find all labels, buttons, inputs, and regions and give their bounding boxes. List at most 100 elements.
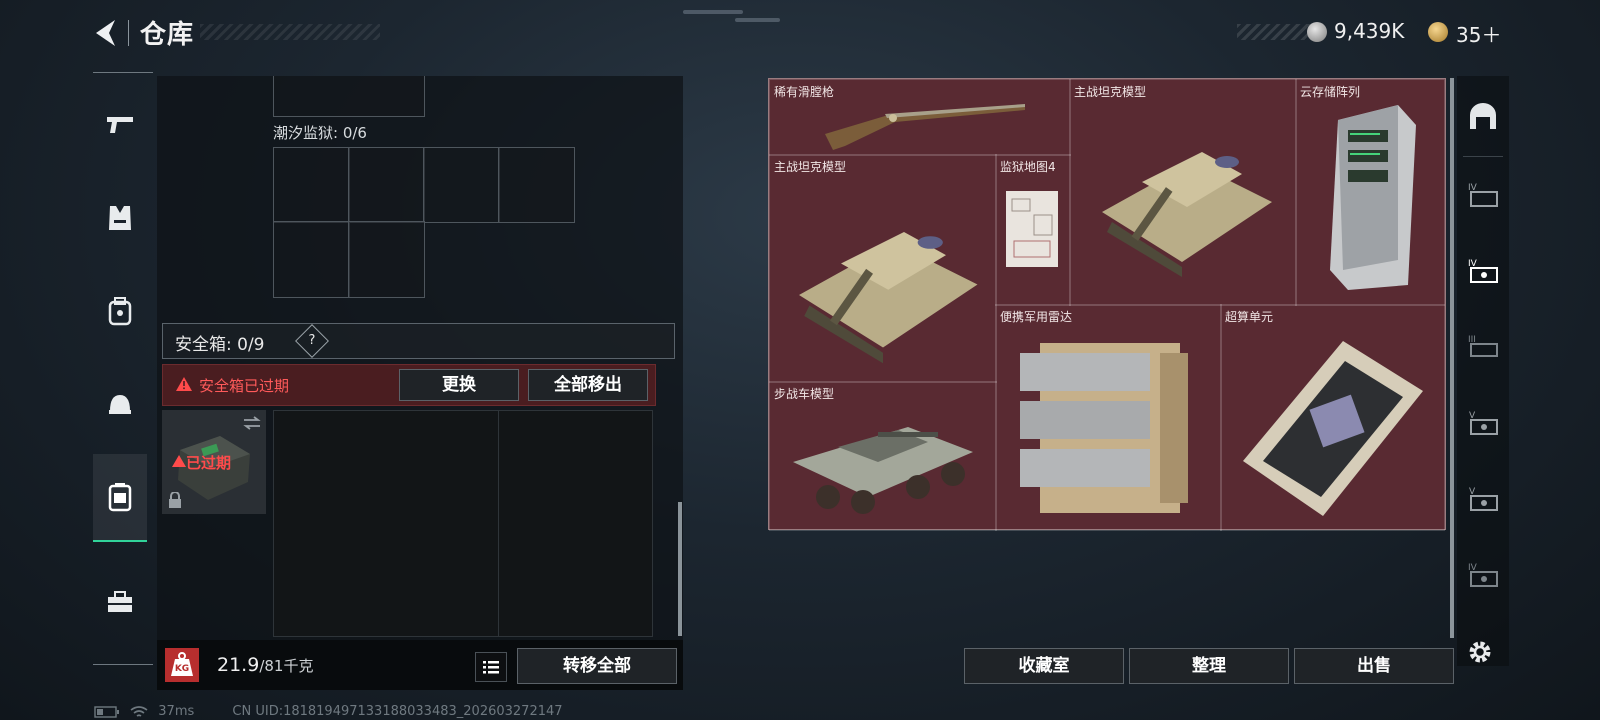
replace-button[interactable]: 更换 (399, 369, 519, 401)
item-label: 云存储阵列 (1300, 85, 1361, 99)
safebox-grid[interactable] (273, 410, 653, 637)
tier-4-icon: IV (1468, 259, 1498, 283)
title-hatch (200, 24, 380, 40)
ping-readout: 37ms (158, 704, 195, 719)
map-document-image (1006, 191, 1058, 267)
tab-divider (1463, 156, 1503, 157)
prison-storage-label: 潮汐监狱: 0/6 (273, 124, 367, 142)
nav-divider (93, 72, 153, 73)
tab-tier-4-c[interactable]: IV (1457, 538, 1509, 610)
battery-icon (94, 705, 119, 718)
nav-armor[interactable] (93, 175, 147, 261)
tab-tier-5-a[interactable]: V (1457, 386, 1509, 458)
remove-all-button[interactable]: 全部移出 (528, 369, 648, 401)
grid-divider (498, 411, 499, 636)
nav-backpack[interactable] (93, 268, 147, 354)
tier-5-icon: V (1469, 487, 1498, 511)
tab-tier-4-a[interactable]: IV (1457, 158, 1509, 230)
nav-safebox[interactable] (93, 454, 147, 542)
item-musket[interactable]: 稀有滑膛枪 (769, 79, 1071, 156)
item-tank-model[interactable]: 主战坦克模型 (1069, 79, 1297, 306)
item-prison-map-4[interactable]: 监狱地图4 (995, 154, 1071, 306)
silver-currency: 9,439K (1334, 19, 1405, 43)
title-separator (128, 20, 129, 46)
item-portable-military-radar[interactable]: 便携军用雷达 (995, 304, 1222, 531)
item-grid-scrollbar[interactable] (1450, 78, 1454, 638)
storage-scrollbar[interactable] (678, 502, 682, 636)
item-tank-model[interactable]: 主战坦克模型 (769, 154, 997, 383)
sort-button[interactable]: 整理 (1129, 648, 1289, 684)
tank-model-image (799, 232, 978, 364)
weight-readout: 21.9/81千克 (217, 654, 313, 676)
tier-3-icon: III (1468, 335, 1498, 357)
safebox-capacity: 安全箱: 0/9 (175, 335, 265, 355)
server-array-image (1330, 105, 1416, 290)
nav-helmet[interactable] (93, 361, 147, 447)
item-label: 便携军用雷达 (1000, 310, 1073, 324)
storage-cell[interactable] (273, 221, 350, 298)
nav-toolbox[interactable] (93, 559, 147, 645)
back-arrow-icon (96, 20, 115, 46)
item-label: 主战坦克模型 (774, 160, 847, 174)
wifi-icon (130, 705, 148, 717)
weight-capacity: /81千克 (259, 657, 314, 675)
storage-cell[interactable] (498, 147, 575, 223)
transfer-all-button[interactable]: 转移全部 (517, 648, 677, 684)
safebox-case[interactable]: 已过期 (162, 410, 266, 514)
left-nav (93, 72, 153, 670)
currency-hatch (1237, 24, 1317, 40)
help-button[interactable]: ? (295, 324, 329, 358)
tab-hangar[interactable] (1457, 80, 1509, 152)
tab-tier-4-b[interactable]: IV (1457, 234, 1509, 306)
tank-model-image (1102, 152, 1272, 277)
item-label: 主战坦克模型 (1074, 85, 1147, 99)
storage-cell[interactable] (348, 147, 425, 223)
weight-icon: KG (165, 648, 199, 682)
storage-cell[interactable] (348, 221, 425, 298)
safebox-header: 安全箱: 0/9 ? (162, 323, 675, 359)
vest-icon (109, 206, 131, 230)
radar-image (1020, 343, 1188, 513)
safebox-icon (108, 483, 132, 512)
background-streak (683, 10, 743, 14)
storage-cell[interactable] (273, 147, 350, 223)
gold-coin-icon (1428, 22, 1448, 42)
back-button[interactable] (93, 18, 119, 48)
item-supercomputing-unit[interactable]: 超算单元 (1220, 304, 1445, 531)
backpack-icon (108, 297, 132, 326)
case-expired-label: 已过期 (186, 454, 232, 472)
item-cloud-storage-array[interactable]: 云存储阵列 (1295, 79, 1445, 306)
ifv-model-image (793, 427, 973, 514)
expired-warning-icon (172, 455, 186, 467)
list-view-button[interactable] (475, 652, 507, 682)
sell-button[interactable]: 出售 (1294, 648, 1454, 684)
nav-divider (93, 664, 153, 665)
background-streak (735, 18, 780, 22)
item-label: 监狱地图4 (1000, 160, 1056, 174)
item-label: 超算单元 (1225, 310, 1274, 324)
right-category-tabs: IV IV III V V IV (1457, 76, 1509, 666)
weight-value: 21.9 (217, 654, 260, 676)
musket-image (825, 104, 1025, 150)
nav-weapons[interactable] (93, 82, 147, 168)
tier-5-icon: V (1469, 411, 1498, 435)
circuit-board-image (1243, 341, 1423, 516)
rifle-icon (107, 117, 133, 133)
storage-cell[interactable] (273, 76, 425, 117)
user-uid: CN UID:18181949713318803348​3_2026032721… (232, 704, 563, 719)
storage-cell[interactable] (423, 147, 500, 223)
collection-room-button[interactable]: 收藏室 (964, 648, 1124, 684)
silver-coin-icon (1307, 22, 1327, 42)
weight-badge-text: KG (174, 664, 190, 674)
tab-tier-5-b[interactable]: V (1457, 462, 1509, 534)
toolbox-icon (108, 591, 132, 612)
item-ifv-model[interactable]: 步战车模型 (769, 381, 997, 531)
gold-currency-add[interactable]: 35＋ (1456, 19, 1501, 48)
helmet-icon (109, 395, 131, 414)
status-bar: 37ms CN UID:18181949713318803348​3_20260… (94, 704, 563, 719)
settings-button[interactable] (1466, 638, 1494, 670)
tier-4-icon: IV (1468, 183, 1498, 207)
swap-icon (243, 416, 261, 430)
tab-tier-3[interactable]: III (1457, 310, 1509, 382)
page-title: 仓库 (140, 20, 195, 50)
